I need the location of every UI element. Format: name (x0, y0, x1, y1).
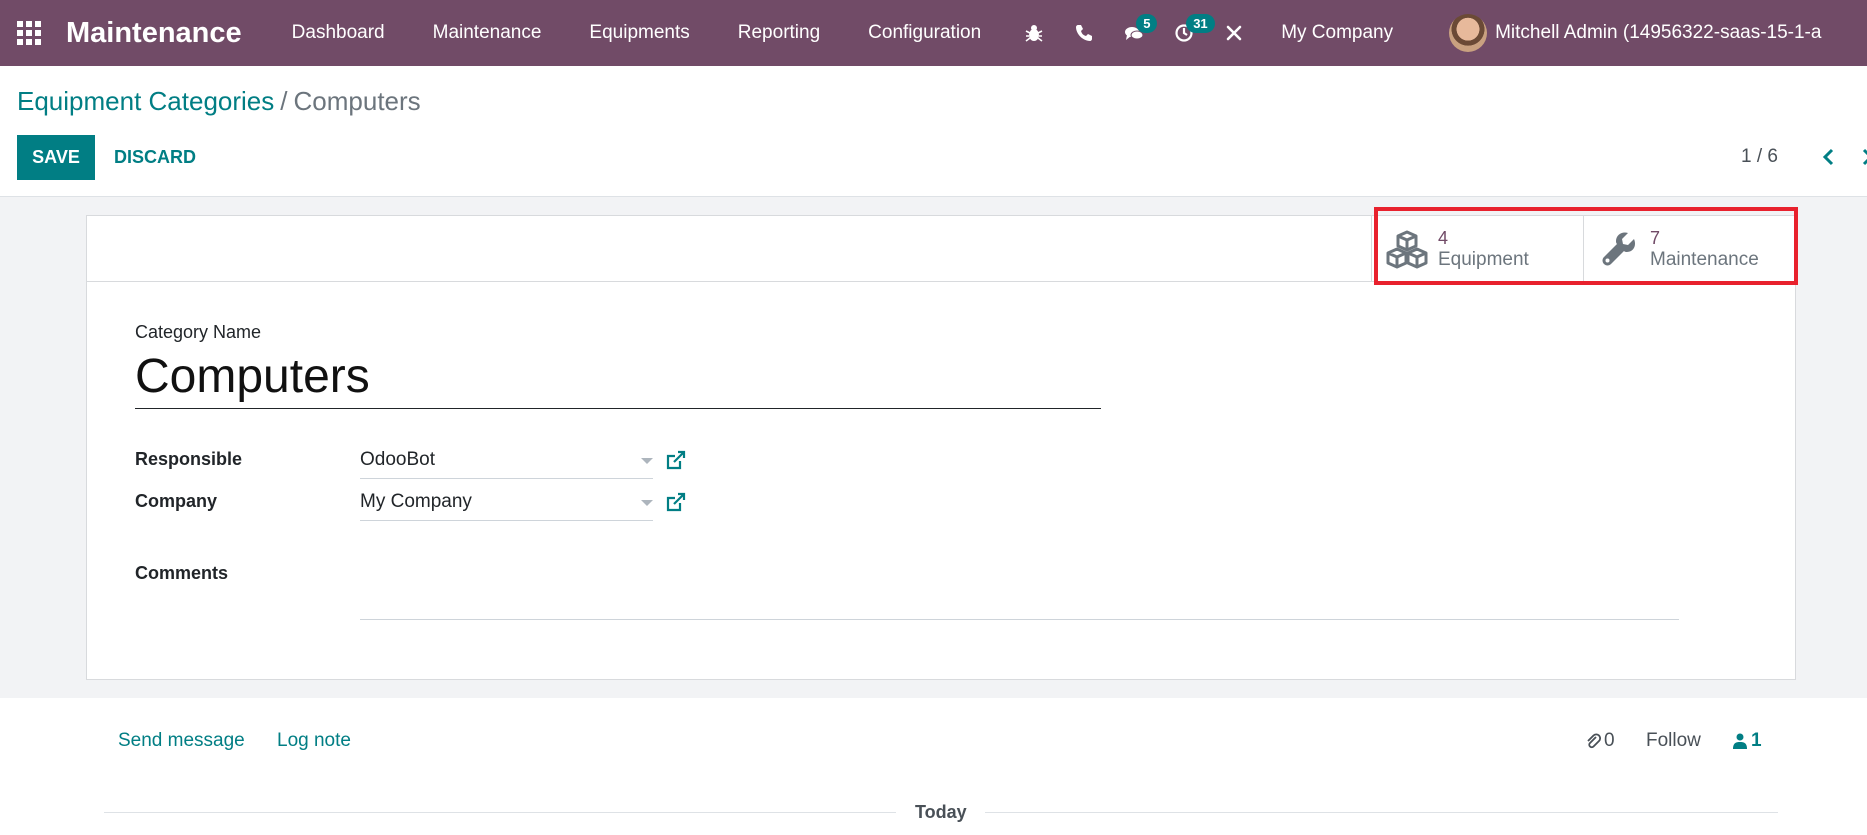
breadcrumb-current: Computers (293, 86, 421, 116)
paperclip-icon (1587, 733, 1601, 749)
chevron-right-icon (1862, 148, 1867, 166)
log-note-button[interactable]: Log note (277, 730, 351, 752)
comments-label: Comments (135, 563, 229, 583)
chevron-down-icon[interactable] (641, 500, 653, 506)
save-button[interactable]: SAVE (17, 135, 95, 180)
external-link-icon[interactable] (665, 449, 687, 471)
bug-icon (1025, 25, 1043, 42)
responsible-field[interactable]: OdooBot (360, 445, 653, 479)
company-label: Company (135, 491, 218, 511)
comments-underline (360, 619, 1679, 620)
debug-button[interactable] (1009, 0, 1059, 66)
menu-dashboard[interactable]: Dashboard (268, 0, 409, 66)
app-title[interactable]: Maintenance (66, 17, 242, 50)
attachments-button[interactable]: 0 (1585, 730, 1615, 752)
attachments-count: 0 (1604, 730, 1615, 751)
discard-button[interactable]: DISCARD (114, 135, 196, 180)
responsible-label: Responsible (135, 449, 243, 469)
menu-maintenance[interactable]: Maintenance (409, 0, 566, 66)
phone-button[interactable] (1059, 0, 1109, 66)
phone-icon (1076, 25, 1093, 41)
date-separator: Today (915, 802, 967, 822)
followers-button[interactable]: 1 (1733, 730, 1762, 752)
breadcrumb: Equipment Categories / Computers (17, 86, 421, 117)
follow-button[interactable]: Follow (1646, 730, 1701, 752)
chevron-left-icon (1822, 148, 1834, 166)
category-name-label: Category Name (135, 322, 262, 342)
external-link-icon[interactable] (665, 491, 687, 513)
apps-menu-button[interactable] (0, 0, 58, 66)
send-message-button[interactable]: Send message (118, 730, 245, 752)
pager-previous-button[interactable] (1816, 142, 1840, 172)
breadcrumb-separator: / (280, 86, 288, 116)
company-value: My Company (360, 491, 472, 512)
smart-buttons-highlight (1374, 207, 1798, 285)
category-name-input[interactable]: Computers (135, 347, 1101, 409)
menu-equipments[interactable]: Equipments (565, 0, 713, 66)
menu-configuration[interactable]: Configuration (844, 0, 1005, 66)
responsible-value: OdooBot (360, 449, 435, 470)
pager-value[interactable]: 1 / 6 (1741, 146, 1778, 168)
date-divider-right (985, 812, 1778, 813)
control-panel: Equipment Categories / Computers SAVE DISC… (0, 66, 1867, 197)
activities-button[interactable]: 31 (1159, 0, 1215, 66)
messages-badge: 5 (1136, 14, 1158, 33)
comments-input[interactable] (360, 570, 1679, 618)
followers-count: 1 (1751, 730, 1762, 751)
messages-button[interactable]: 5 (1109, 0, 1159, 66)
company-field[interactable]: My Company (360, 487, 653, 521)
company-switcher[interactable]: My Company (1281, 22, 1393, 44)
user-name: Mitchell Admin (14956322-saas-15-1-a (1495, 22, 1822, 43)
tools-icon (1226, 25, 1242, 41)
avatar (1449, 14, 1488, 52)
date-divider-left (104, 812, 896, 813)
top-navbar: Maintenance Dashboard Maintenance Equipm… (0, 0, 1867, 66)
user-icon (1733, 733, 1747, 749)
menu-reporting[interactable]: Reporting (714, 0, 844, 66)
user-menu[interactable]: Mitchell Admin (14956322-saas-15-1-a (1449, 14, 1821, 52)
tools-button[interactable] (1209, 0, 1259, 66)
chevron-down-icon[interactable] (641, 458, 653, 464)
grid-icon (17, 21, 41, 45)
breadcrumb-parent[interactable]: Equipment Categories (17, 86, 274, 116)
pager-next-button[interactable] (1856, 142, 1867, 172)
